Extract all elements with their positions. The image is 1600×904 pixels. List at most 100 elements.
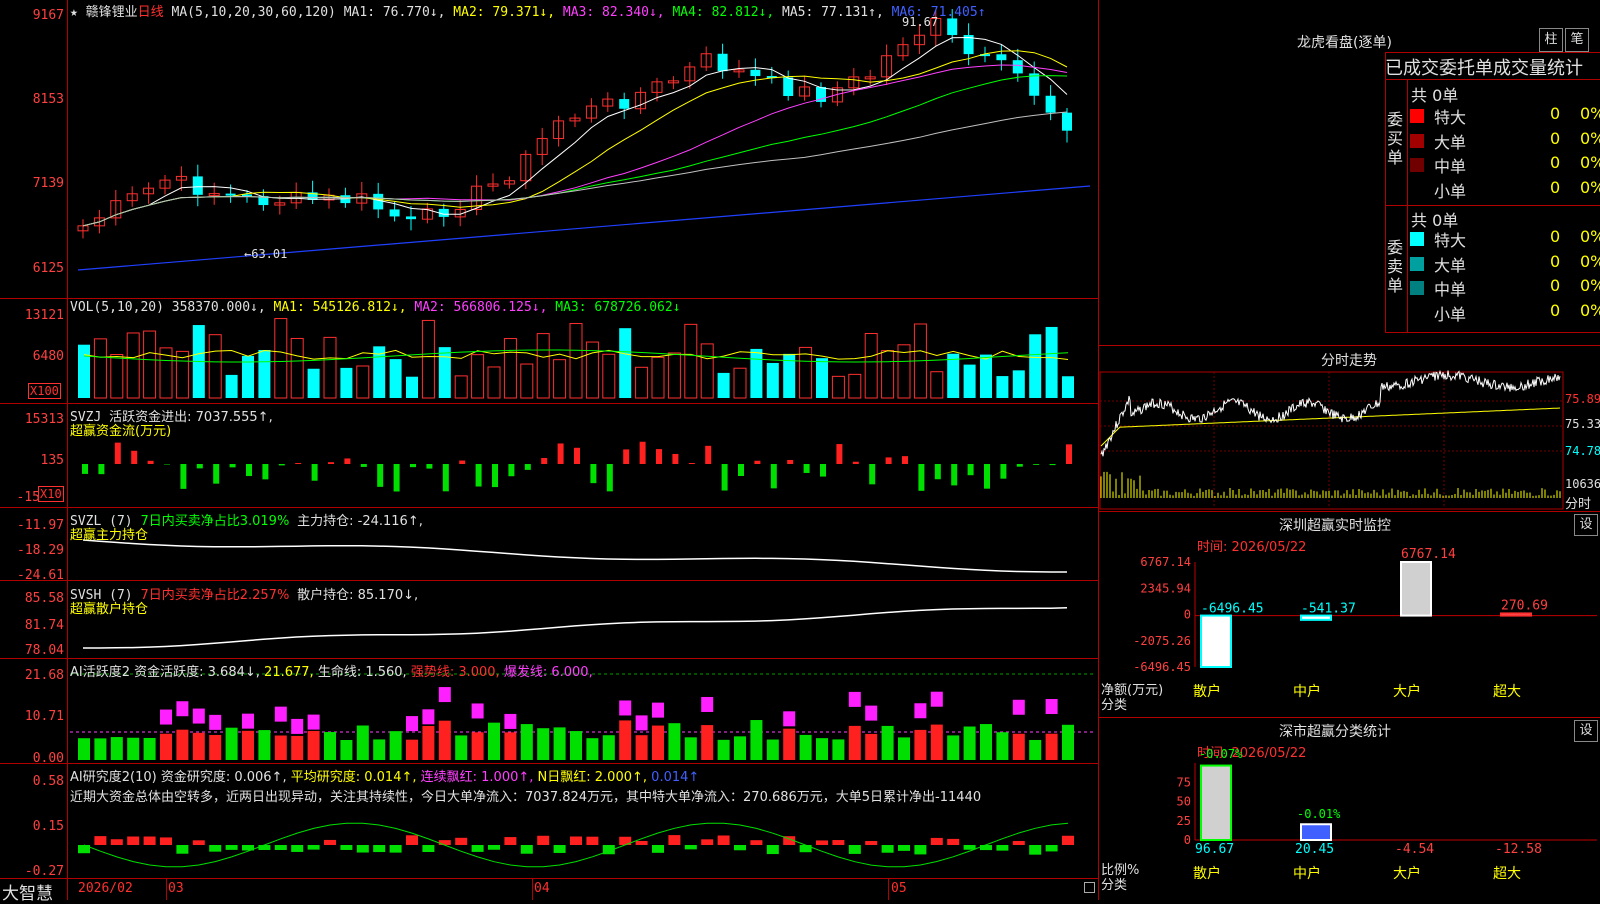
svzj-bar bbox=[558, 443, 564, 464]
svzj-bar bbox=[1050, 464, 1056, 465]
vol-bar bbox=[652, 357, 664, 398]
vol-bar bbox=[767, 363, 779, 398]
date-axis-label: 2026/02 bbox=[78, 881, 133, 896]
vol-bar bbox=[1062, 376, 1074, 398]
vol-bar bbox=[1046, 327, 1058, 398]
ai-research-bar bbox=[291, 845, 303, 852]
vol-bar bbox=[619, 328, 631, 398]
lock-icon[interactable] bbox=[1084, 882, 1095, 893]
ai-research-bar bbox=[94, 836, 106, 845]
vol-bar bbox=[226, 375, 238, 398]
vol-bar bbox=[701, 344, 713, 398]
sz-category-label: 散户 bbox=[1193, 683, 1221, 700]
szc-axis-label: 75 bbox=[1177, 775, 1191, 789]
intraday-axis-label: 74.78 bbox=[1565, 444, 1600, 458]
main-chart-area[interactable]: ★ 赣锋锂业日线 MA(5,10,20,30,60,120) MA1: 76.7… bbox=[0, 0, 1098, 900]
ai-research-bar bbox=[996, 845, 1008, 851]
vol-bar bbox=[308, 369, 320, 398]
vol-bar bbox=[127, 333, 139, 398]
axis-divider bbox=[67, 0, 68, 900]
ai-active-bar bbox=[931, 725, 943, 760]
svzj-bar bbox=[361, 464, 367, 467]
ai-active-bar-top bbox=[406, 716, 418, 731]
vol-ma1: MA1: 545126.812↓, bbox=[274, 300, 407, 315]
ai-active-t4: 强势线: 3.000, bbox=[411, 665, 500, 680]
ai-research-bar bbox=[1013, 841, 1025, 845]
ai-active-bar bbox=[160, 734, 172, 760]
szc-axis-label: 0 bbox=[1184, 833, 1191, 847]
szc-category-label: 大户 bbox=[1393, 865, 1421, 882]
vol-header: VOL(5,10,20) 358370.000↓, MA1: 545126.81… bbox=[70, 300, 681, 315]
svzj-bar bbox=[820, 464, 826, 477]
ai-research-bar bbox=[767, 845, 779, 854]
svzj-bar bbox=[1000, 464, 1006, 479]
ai-active-bar-top bbox=[701, 697, 713, 712]
ai-active-label: AI活跃度2 bbox=[70, 665, 130, 680]
longhu-panel: 龙虎看盘(逐单) 柱 笔 已成交委托单成交量统计 委买单 委卖单 共 0单 共 … bbox=[1099, 0, 1600, 345]
panel-divider bbox=[0, 658, 1098, 659]
order-row-name: 特大 bbox=[1434, 104, 1466, 128]
order-color-swatch bbox=[1410, 109, 1424, 123]
svzj-bar bbox=[754, 461, 760, 464]
szc-category-label: 散户 bbox=[1193, 865, 1221, 882]
ai-active-bar bbox=[734, 736, 746, 760]
ai-active-bar bbox=[554, 727, 566, 760]
sz-category-label: 中户 bbox=[1293, 683, 1321, 700]
sz-category-label: 大户 bbox=[1393, 683, 1421, 700]
ai-active-bar bbox=[800, 735, 812, 760]
svzj-subtitle: 超赢资金流(万元) bbox=[70, 420, 171, 439]
szc-value-label: 96.67 bbox=[1195, 842, 1234, 857]
szc-top-label: -0.01% bbox=[1297, 807, 1341, 821]
pen-mode-button[interactable]: 笔 bbox=[1565, 28, 1589, 52]
intraday-axis-label: 75.89 bbox=[1565, 392, 1600, 406]
vol-bar bbox=[718, 373, 730, 398]
candle-down bbox=[996, 54, 1006, 60]
order-row-pct: 0% bbox=[1580, 178, 1600, 197]
svzj-bar bbox=[1066, 444, 1072, 464]
ai-active-axis-label: 0.00 bbox=[0, 751, 64, 766]
date-tick bbox=[532, 879, 533, 900]
sz-monitor-xlabel: 分类 bbox=[1101, 694, 1127, 713]
svzj-bar bbox=[197, 464, 203, 468]
bar-mode-button[interactable]: 柱 bbox=[1539, 28, 1563, 52]
ai-active-bar bbox=[718, 740, 730, 760]
ai-active-bar bbox=[406, 740, 418, 760]
vol-unit-button[interactable]: X100 bbox=[28, 383, 61, 399]
panel-divider bbox=[0, 763, 1098, 764]
svzj-bar bbox=[525, 464, 531, 470]
ai-research-bar bbox=[472, 845, 484, 852]
ma5-line bbox=[83, 112, 1067, 226]
svzj-bar bbox=[640, 442, 646, 464]
ai-active-bar bbox=[439, 721, 451, 760]
vol-bar bbox=[603, 354, 615, 398]
ai-research-bar bbox=[734, 845, 746, 850]
star-icon[interactable]: ★ bbox=[70, 5, 78, 20]
ai-active-bar bbox=[111, 737, 123, 760]
order-row-count: 0 bbox=[1550, 153, 1560, 172]
ai-research-axis-label: -0.27 bbox=[0, 864, 64, 879]
svzl-subtitle: 超赢主力持仓 bbox=[70, 524, 148, 543]
svzj-bar bbox=[213, 464, 219, 484]
period-label[interactable]: 日线 bbox=[138, 5, 164, 20]
ai-active-bar bbox=[882, 726, 894, 760]
vol-bar bbox=[488, 367, 500, 398]
sz-axis-label: -2075.26 bbox=[1133, 634, 1191, 648]
svzj-unit-button[interactable]: X10 bbox=[38, 486, 64, 502]
ai-active-bar bbox=[586, 738, 598, 760]
intraday-panel[interactable]: 分时走势 75.89 75.33 74.78 10636 分时 bbox=[1099, 346, 1600, 511]
ai-active-axis-label: 10.71 bbox=[0, 709, 64, 724]
ai-active-bar-top bbox=[160, 710, 172, 725]
vol-bar bbox=[734, 368, 746, 398]
order-row: 中单00% bbox=[1410, 153, 1600, 175]
price-axis-label: 9167 bbox=[0, 8, 64, 23]
vol-ma2: MA2: 566806.125↓, bbox=[414, 300, 547, 315]
ai-active-bar-top bbox=[422, 709, 434, 724]
ai-research-bar bbox=[570, 836, 582, 845]
ai-research-bar bbox=[324, 840, 336, 845]
ai-active-bar bbox=[422, 726, 434, 760]
ai-research-bar bbox=[898, 845, 910, 851]
szc-bar bbox=[1301, 824, 1331, 840]
ai-active-bar bbox=[275, 736, 287, 760]
vol-bar bbox=[668, 353, 680, 398]
vol-bar bbox=[931, 372, 943, 398]
